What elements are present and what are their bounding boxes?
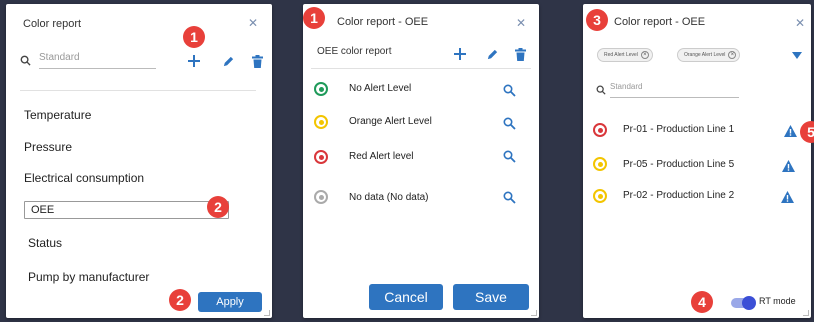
color-report-panel: Color report ✕ Standard Temperature Pres… <box>6 4 272 318</box>
add-icon[interactable] <box>452 46 468 62</box>
filter-chip[interactable]: Orange Alert Level × <box>677 48 741 62</box>
list-item[interactable]: Pump by manufacturer <box>28 270 149 284</box>
rt-mode-toggle[interactable] <box>731 296 756 310</box>
search-input[interactable]: Standard <box>610 82 739 98</box>
status-dot-yellow <box>593 157 607 171</box>
divider <box>20 90 256 91</box>
resize-handle[interactable] <box>264 310 270 316</box>
search-icon <box>595 84 606 95</box>
resize-handle[interactable] <box>803 310 809 316</box>
search-icon[interactable] <box>502 116 516 130</box>
save-button[interactable]: Save <box>453 284 529 310</box>
filter-chip[interactable]: Red Alert Level × <box>597 48 653 62</box>
status-dot-grey <box>314 190 328 204</box>
close-icon[interactable]: ✕ <box>516 16 526 30</box>
edit-icon[interactable] <box>220 53 236 69</box>
panel-title: Color report - OEE <box>614 16 706 28</box>
close-icon[interactable]: ✕ <box>795 16 805 30</box>
color-report-oee-detail-panel: Color report - OEE ✕ Red Alert Level × Or… <box>583 4 811 318</box>
alert-level-label: Red Alert level <box>349 151 414 162</box>
warning-icon[interactable] <box>781 159 795 172</box>
edit-name-input[interactable]: OEE <box>24 201 229 219</box>
divider <box>311 68 531 69</box>
panel-title: Color report - OEE <box>337 16 429 28</box>
color-report-oee-panel: Color report - OEE ✕ OEE color report No… <box>303 4 539 318</box>
status-dot-yellow <box>314 115 328 129</box>
search-icon[interactable] <box>502 83 516 97</box>
step-badge: 1 <box>303 7 325 29</box>
apply-button[interactable]: Apply <box>198 292 262 312</box>
rt-mode-label: RT mode <box>759 296 796 306</box>
status-dot-red <box>314 150 328 164</box>
chip-remove-icon[interactable]: × <box>640 51 649 59</box>
delete-icon[interactable] <box>249 53 265 69</box>
resize-handle[interactable] <box>531 310 537 316</box>
production-line-label[interactable]: Pr-05 - Production Line 5 <box>623 159 734 170</box>
close-icon[interactable]: ✕ <box>248 16 258 30</box>
filter-chip-label: Red Alert Level <box>604 52 638 58</box>
delete-icon[interactable] <box>512 46 528 62</box>
status-dot-green <box>314 82 328 96</box>
step-badge: 1 <box>183 26 205 48</box>
step-badge: 3 <box>586 9 608 31</box>
list-item[interactable]: Pressure <box>24 140 72 154</box>
add-icon[interactable] <box>186 53 202 69</box>
alert-level-label: No Alert Level <box>349 83 412 94</box>
search-icon <box>19 54 31 66</box>
status-dot-yellow <box>593 189 607 203</box>
step-badge: 2 <box>207 196 229 218</box>
list-item[interactable]: Status <box>28 236 62 250</box>
warning-icon[interactable] <box>783 124 797 137</box>
search-icon[interactable] <box>502 190 516 204</box>
cancel-button[interactable]: Cancel <box>369 284 443 310</box>
filter-chip-label: Orange Alert Level <box>684 52 726 58</box>
panel-subtitle: OEE color report <box>317 46 392 57</box>
chevron-down-icon[interactable] <box>791 51 803 61</box>
warning-icon[interactable] <box>780 190 794 203</box>
search-input[interactable]: Standard <box>39 52 156 69</box>
status-dot-red <box>593 123 607 137</box>
list-item[interactable]: Temperature <box>24 108 91 122</box>
alert-level-label: Orange Alert Level <box>349 116 432 127</box>
production-line-label[interactable]: Pr-01 - Production Line 1 <box>623 124 734 135</box>
step-badge: 4 <box>691 291 713 313</box>
panel-title: Color report <box>23 18 82 30</box>
production-line-label[interactable]: Pr-02 - Production Line 2 <box>623 190 734 201</box>
search-icon[interactable] <box>502 149 516 163</box>
alert-level-label: No data (No data) <box>349 192 429 203</box>
list-item[interactable]: Electrical consumption <box>24 171 144 185</box>
chip-remove-icon[interactable]: × <box>728 51 737 59</box>
step-badge: 2 <box>169 289 191 311</box>
edit-icon[interactable] <box>484 46 500 62</box>
